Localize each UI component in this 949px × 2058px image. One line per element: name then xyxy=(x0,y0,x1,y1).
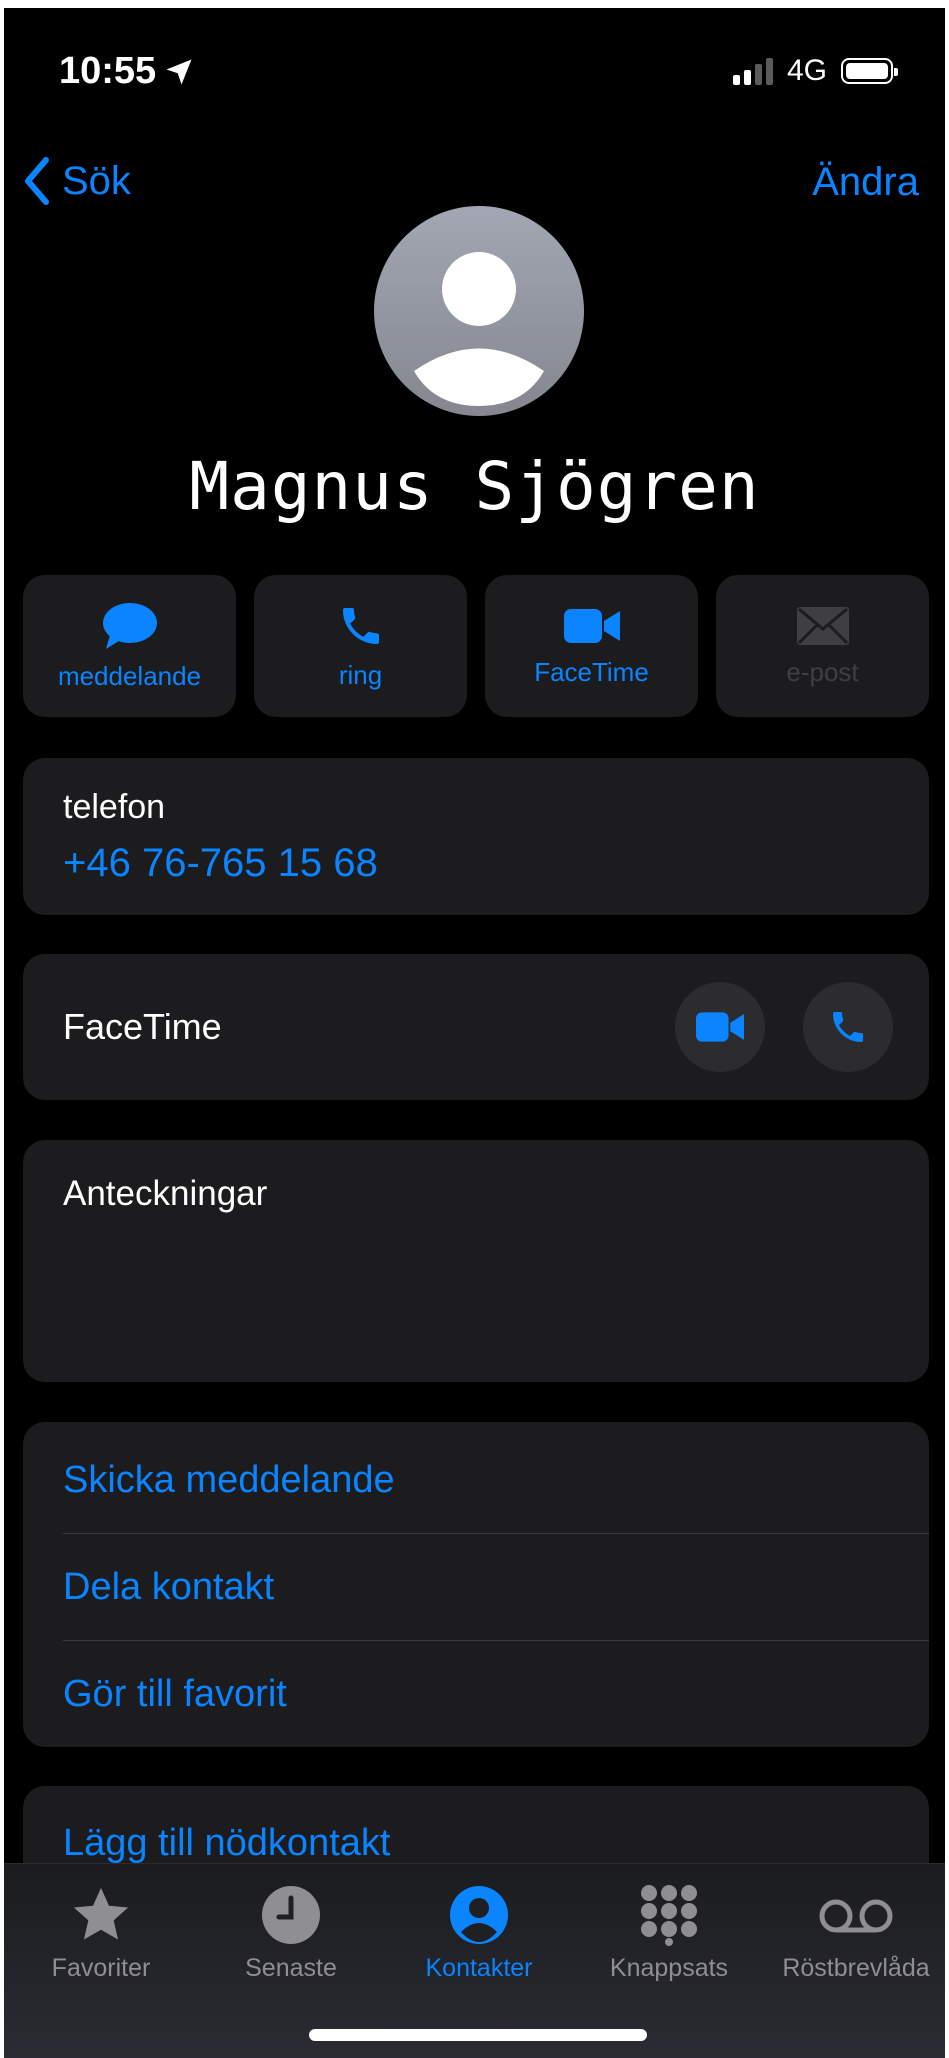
back-button[interactable]: Sök xyxy=(22,156,131,206)
phone-number[interactable]: +46 76-765 15 68 xyxy=(63,841,889,886)
tab-voicemail-label: Röstbrevlåda xyxy=(782,1954,930,1982)
tab-keypad[interactable]: Knappsats xyxy=(574,1884,764,1983)
video-camera-icon xyxy=(696,1012,744,1042)
tab-contacts-label: Kontakter xyxy=(425,1954,533,1982)
email-action-label: e-post xyxy=(786,656,859,687)
person-silhouette-icon xyxy=(414,252,544,406)
notes-card[interactable]: Anteckningar xyxy=(23,1140,929,1382)
video-camera-icon xyxy=(563,608,620,643)
facetime-card: FaceTime xyxy=(23,954,929,1100)
phone-card[interactable]: telefon +46 76-765 15 68 xyxy=(23,758,929,915)
tab-keypad-label: Knappsats xyxy=(609,1954,729,1982)
home-indicator[interactable] xyxy=(309,2029,647,2041)
facetime-audio-button[interactable] xyxy=(803,982,893,1072)
tab-voicemail[interactable]: Röstbrevlåda xyxy=(761,1884,945,1983)
call-action-label: ring xyxy=(338,659,383,690)
envelope-icon xyxy=(796,606,849,645)
status-bar-time: 10:55 xyxy=(59,50,194,93)
contact-screen: 10:55 4G Sök Ändra Magnus Sjögren meddel… xyxy=(4,8,945,2058)
facetime-label: FaceTime xyxy=(63,1006,222,1047)
keypad-icon xyxy=(641,1885,697,1946)
tab-recents-label: Senaste xyxy=(245,1954,337,1982)
voicemail-icon xyxy=(819,1899,893,1933)
star-icon xyxy=(73,1887,129,1940)
email-action-button[interactable]: e-post xyxy=(716,575,929,717)
add-favorite-link[interactable]: Gör till favorit xyxy=(23,1641,929,1748)
tab-favorites-label: Favoriter xyxy=(51,1954,151,1982)
status-bar-right: 4G xyxy=(732,54,898,88)
back-label: Sök xyxy=(62,158,131,203)
quick-actions: meddelande ring FaceTime e-post xyxy=(23,575,929,717)
message-action-label: meddelande xyxy=(57,660,202,691)
share-contact-link[interactable]: Dela kontakt xyxy=(23,1534,929,1641)
signal-icon xyxy=(732,57,773,85)
tab-contacts[interactable]: Kontakter xyxy=(384,1884,574,1983)
avatar xyxy=(374,206,584,416)
phone-icon xyxy=(833,1012,863,1042)
tab-favorites[interactable]: Favoriter xyxy=(6,1884,196,1983)
actions-list-card: Skicka meddelande Dela kontakt Gör till … xyxy=(23,1422,929,1747)
location-arrow-icon xyxy=(166,59,192,84)
network-label: 4G xyxy=(786,54,827,87)
clock-icon xyxy=(262,1886,320,1944)
call-action-button[interactable]: ring xyxy=(254,575,467,717)
notes-label: Anteckningar xyxy=(63,1174,268,1213)
status-time-text: 10:55 xyxy=(59,50,157,92)
message-action-button[interactable]: meddelande xyxy=(23,575,236,717)
tab-recents[interactable]: Senaste xyxy=(196,1884,386,1983)
phone-label: telefon xyxy=(63,788,166,826)
facetime-video-button[interactable] xyxy=(675,982,765,1072)
battery-icon xyxy=(841,58,898,84)
facetime-action-button[interactable]: FaceTime xyxy=(485,575,698,717)
chevron-left-icon xyxy=(25,157,49,205)
edit-button[interactable]: Ändra xyxy=(812,160,919,205)
phone-icon xyxy=(342,607,379,644)
send-message-link[interactable]: Skicka meddelande xyxy=(23,1427,929,1534)
contact-name: Magnus Sjögren xyxy=(189,448,760,525)
person-circle-icon xyxy=(450,1886,508,1944)
facetime-action-label: FaceTime xyxy=(534,656,649,687)
message-bubble-icon xyxy=(102,602,157,649)
